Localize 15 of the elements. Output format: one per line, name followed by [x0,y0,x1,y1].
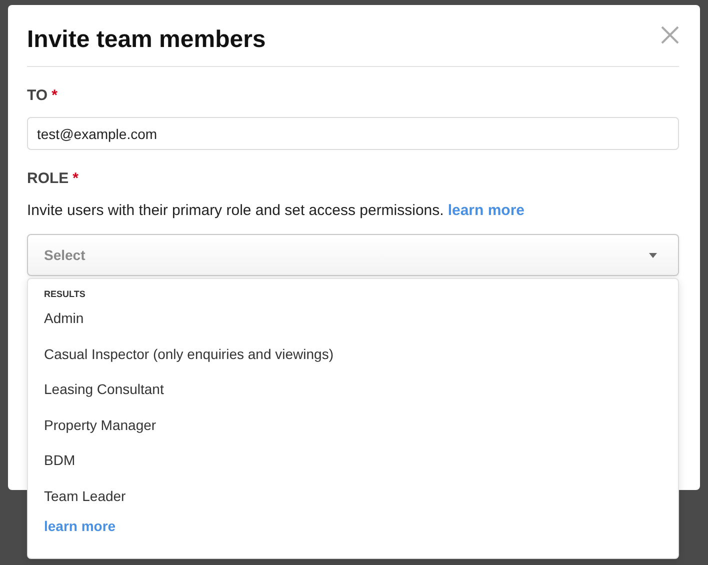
role-option[interactable]: Leasing Consultant [44,382,662,418]
email-field[interactable]: test@example.com [27,117,679,150]
role-option[interactable]: Property Manager [44,418,662,453]
required-mark: * [72,170,79,187]
role-description: Invite users with their primary role and set access permissions. [27,202,444,219]
role-option[interactable]: BDM [44,453,662,488]
caret-icon [649,252,657,258]
field-label: ROLE [27,170,69,187]
dialog-title: Invite team members [27,26,266,54]
close-icon[interactable] [661,26,679,44]
role-option[interactable]: Admin [44,311,662,346]
role-option[interactable]: Casual Inspector (only enquiries and viewings) [44,346,662,382]
results-heading: RESULTS [44,289,86,299]
field-label: TO [27,87,48,104]
required-mark: * [52,87,58,104]
